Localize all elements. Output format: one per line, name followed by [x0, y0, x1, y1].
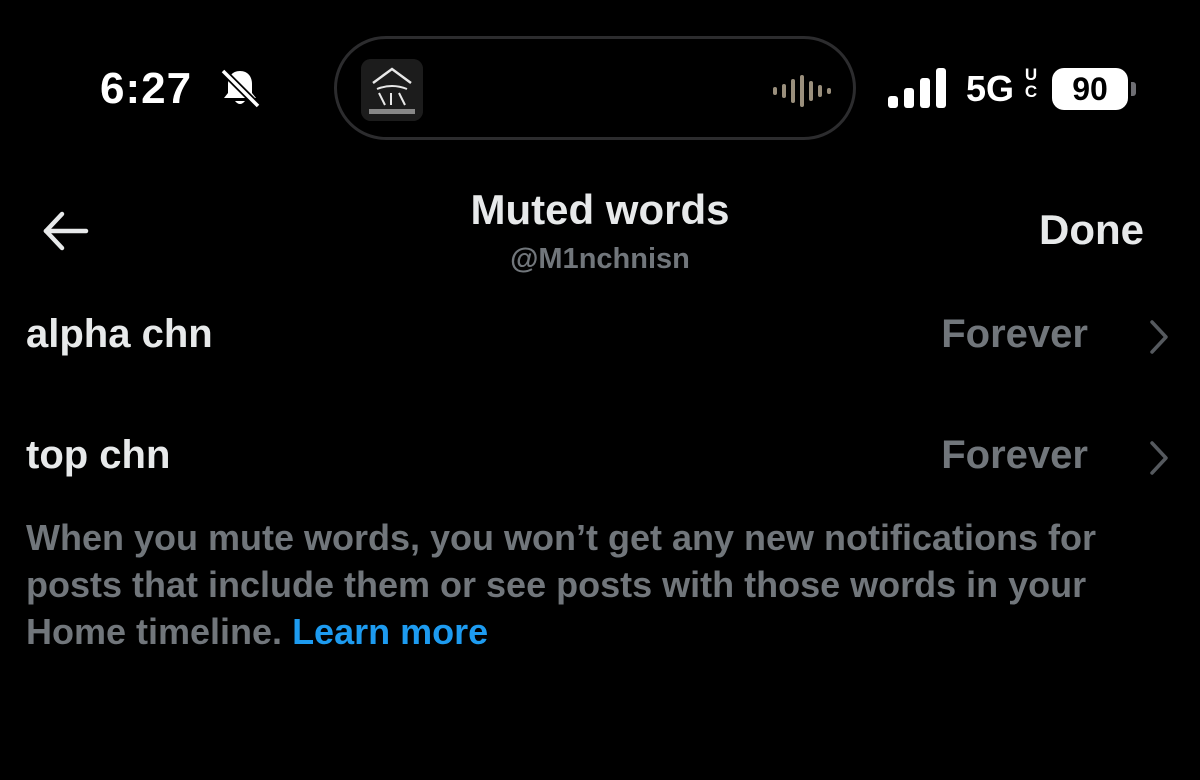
status-time: 6:27 [100, 64, 193, 113]
battery-level: 90 [1072, 70, 1108, 107]
muted-word-label: alpha chn [26, 312, 213, 356]
muted-word-label: top chn [26, 433, 171, 477]
chevron-right-icon [1150, 441, 1168, 475]
account-handle: @M1nchnisn [510, 243, 690, 275]
network-type: 5G [966, 68, 1015, 109]
muted-words-screen: 6:27 5G U C 90 Muted words @M1nchnisn Do… [0, 0, 1200, 780]
album-art-icon [361, 59, 423, 121]
battery-cap [1131, 82, 1136, 96]
muted-word-row[interactable]: alpha chn Forever [0, 284, 1200, 384]
dynamic-island[interactable] [334, 36, 856, 140]
battery-icon: 90 [1052, 68, 1128, 110]
mute-duration: Forever [941, 433, 1088, 477]
network-sup-top: U [1024, 65, 1038, 84]
audio-wave-icon [773, 75, 831, 107]
signal-icon [888, 68, 946, 108]
now-playing-artwork[interactable] [361, 59, 423, 121]
muted-word-row[interactable]: top chn Forever [0, 405, 1200, 505]
info-text: When you mute words, you won’t get any n… [26, 517, 1097, 652]
network-sup-bottom: C [1024, 82, 1038, 101]
page-title: Muted words [470, 186, 730, 233]
chevron-right-icon [1150, 320, 1168, 354]
mute-duration: Forever [941, 312, 1088, 356]
muted-words-info: When you mute words, you won’t get any n… [26, 514, 1176, 655]
bell-slash-icon [220, 68, 261, 109]
network-superscript: U C [1024, 66, 1038, 100]
learn-more-link[interactable]: Learn more [292, 611, 488, 652]
done-button[interactable]: Done [1039, 206, 1144, 254]
